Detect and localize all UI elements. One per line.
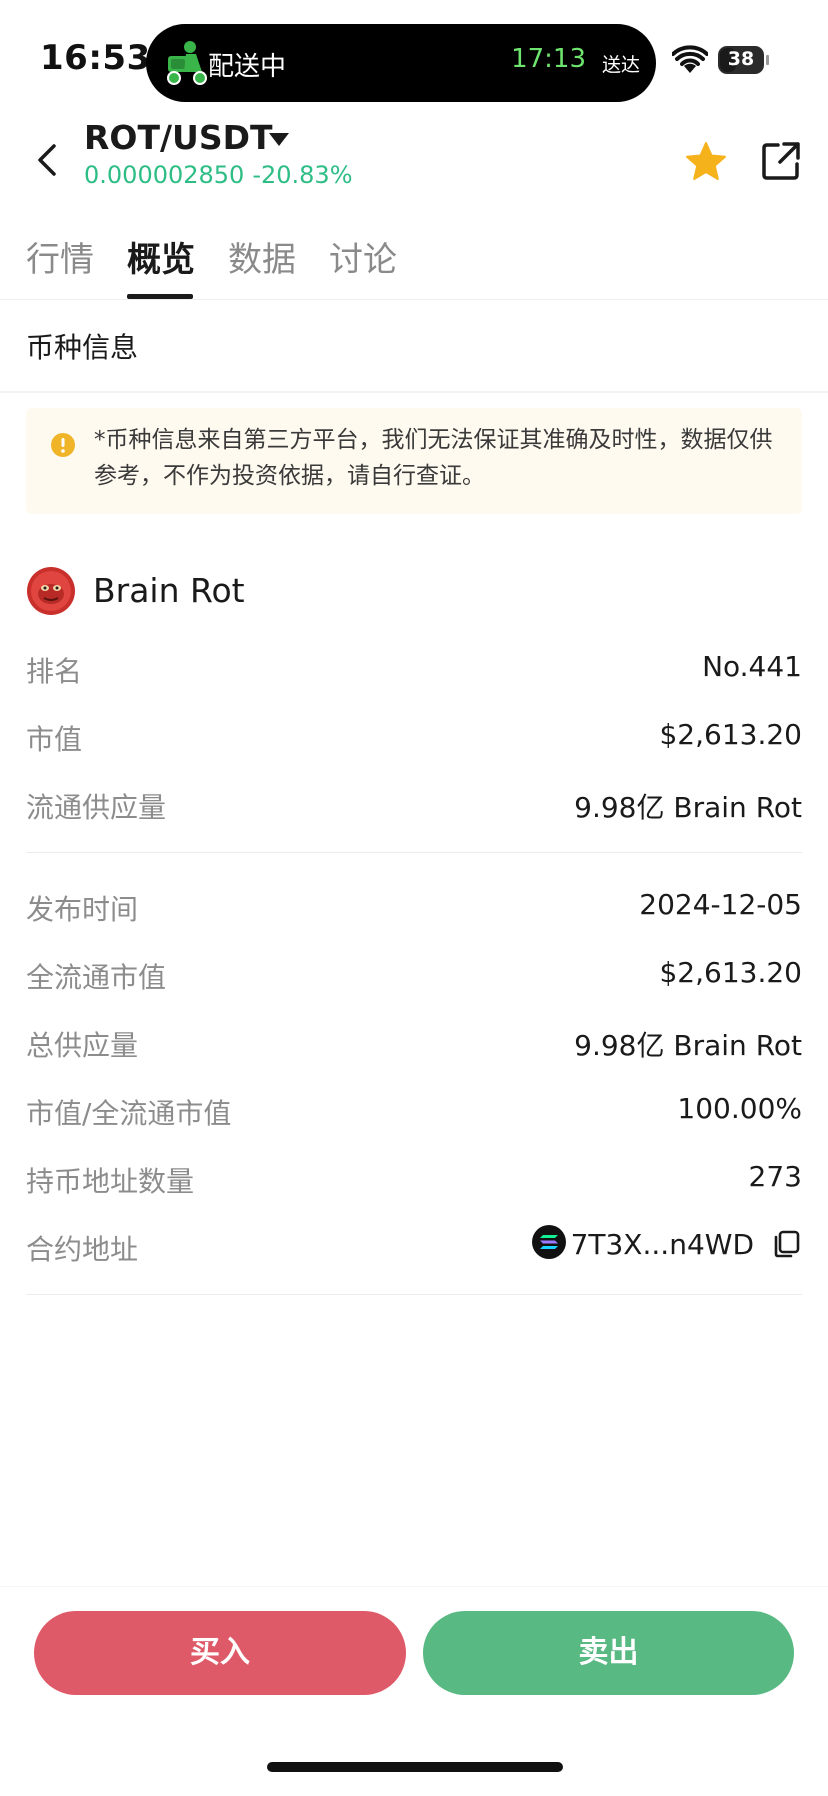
stat-value: $2,613.20 (659, 718, 802, 751)
battery-level: 38 (727, 48, 755, 70)
live-activity-label: 配送中 (208, 52, 287, 82)
stat-value: 9.98亿 Brain Rot (574, 1029, 802, 1062)
status-bar: 16:53 配送中 17:13 送达 38 (0, 0, 828, 120)
stat-label: 排名 (26, 655, 83, 688)
tab-data[interactable]: 数据 (228, 232, 296, 281)
stat-label: 流通供应量 (26, 791, 167, 824)
tab-discussion[interactable]: 讨论 (329, 232, 397, 281)
price-line: 0.000002850 -20.83% (84, 161, 353, 189)
stat-value: 273 (748, 1160, 802, 1193)
stat-label: 全流通市值 (26, 961, 167, 994)
disclaimer-notice: *币种信息来自第三方平台，我们无法保证其准确及时性，数据仅供参考，不作为投资依据… (26, 408, 802, 514)
buy-button[interactable]: 买入 (34, 1611, 406, 1695)
stat-value: 9.98亿 Brain Rot (574, 791, 802, 824)
last-price: 0.000002850 (84, 161, 245, 189)
coin-name: Brain Rot (93, 571, 245, 610)
live-activity-eta-suffix: 送达 (601, 54, 640, 76)
stat-row-cap-ratio: 市值/全流通市值 100.00% (26, 1092, 802, 1132)
pair-title[interactable]: ROT/USDT (84, 118, 273, 157)
contract-address-value: 7T3X...n4WD (570, 1228, 754, 1261)
stat-row-launch-date: 发布时间 2024-12-05 (26, 888, 802, 928)
stat-row-contract-address: 合约地址 7T3X...n4WD (26, 1225, 802, 1268)
price-change: -20.83% (252, 161, 353, 189)
stat-row-holders: 持币地址数量 273 (26, 1160, 802, 1200)
battery-icon: 38 (718, 46, 769, 74)
live-activity-island[interactable]: 配送中 17:13 送达 (146, 24, 656, 102)
share-icon[interactable] (760, 140, 802, 182)
active-tab-indicator (127, 294, 193, 299)
delivery-scooter-icon (167, 41, 207, 85)
battery-tip (766, 55, 769, 65)
stat-value: No.441 (702, 650, 802, 683)
contract-label: 合约地址 (26, 1233, 139, 1266)
stat-row-fully-diluted-cap: 全流通市值 $2,613.20 (26, 956, 802, 996)
stat-label: 市值/全流通市值 (26, 1097, 232, 1130)
copy-icon[interactable] (770, 1228, 802, 1260)
stat-label: 发布时间 (26, 893, 139, 926)
stat-label: 持币地址数量 (26, 1165, 195, 1198)
stat-value: 100.00% (677, 1092, 802, 1125)
stats-divider (26, 1294, 802, 1295)
stat-value: $2,613.20 (659, 956, 802, 989)
stat-row-rank: 排名 No.441 (26, 650, 802, 690)
favorite-star-icon[interactable] (684, 140, 728, 184)
live-activity-eta: 17:13 (511, 44, 586, 74)
status-time: 16:53 (40, 38, 151, 78)
sell-button[interactable]: 卖出 (423, 1611, 794, 1695)
section-title: 币种信息 (26, 331, 139, 364)
stat-label: 市值 (26, 723, 83, 756)
stat-value: 2024-12-05 (639, 888, 802, 921)
warning-icon (51, 433, 75, 457)
wifi-icon (672, 45, 708, 73)
tab-market[interactable]: 行情 (26, 232, 94, 281)
back-icon[interactable] (30, 140, 70, 180)
tab-overview[interactable]: 概览 (127, 232, 195, 281)
stat-row-circulating-supply: 流通供应量 9.98亿 Brain Rot (26, 786, 802, 826)
stat-row-market-cap: 市值 $2,613.20 (26, 718, 802, 758)
solana-chain-icon (532, 1225, 566, 1259)
dropdown-caret-icon[interactable] (268, 131, 290, 147)
tab-bar: 行情 概览 数据 讨论 (0, 226, 828, 300)
disclaimer-text: *币种信息来自第三方平台，我们无法保证其准确及时性，数据仅供参考，不作为投资依据… (94, 427, 773, 489)
home-indicator[interactable] (267, 1762, 563, 1772)
stats-divider (26, 852, 802, 853)
stat-label: 总供应量 (26, 1029, 139, 1062)
coin-logo-icon (27, 567, 75, 615)
stat-row-total-supply: 总供应量 9.98亿 Brain Rot (26, 1024, 802, 1064)
section-divider (0, 391, 828, 393)
